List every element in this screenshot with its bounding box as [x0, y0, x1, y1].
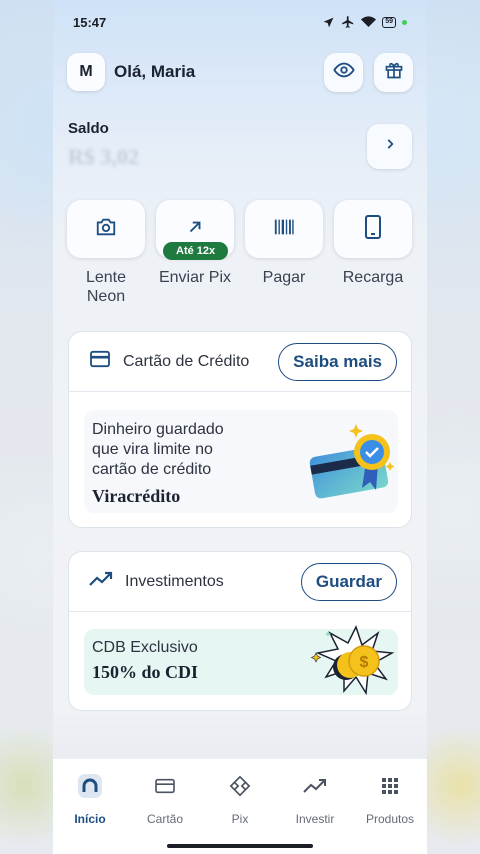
card-icon	[154, 777, 176, 800]
barcode-icon	[273, 217, 295, 242]
card-icon	[89, 350, 111, 373]
action-label: Lente Neon	[85, 269, 127, 305]
pix-installments-badge: Até 12x	[163, 242, 229, 260]
credit-card-section: Cartão de Crédito Saiba mais Dinheiro gu…	[68, 331, 412, 528]
content-fade	[53, 712, 427, 758]
greeting: Olá, Maria	[114, 62, 196, 81]
action-pagar[interactable]: Pagar	[244, 200, 324, 287]
home-icon	[77, 773, 103, 804]
nav-pix[interactable]: Pix	[203, 775, 277, 826]
header: M Olá, Maria	[67, 52, 413, 92]
cdb-banner[interactable]: CDB Exclusivo 150% do CDI $	[84, 625, 398, 696]
eye-icon	[332, 59, 355, 86]
nav-produtos[interactable]: Produtos	[353, 775, 427, 826]
chevron-right-icon	[383, 137, 397, 156]
nav-label: Pix	[231, 812, 249, 826]
nav-label: Cartão	[146, 812, 184, 826]
privacy-dot	[402, 19, 407, 25]
pix-icon	[229, 775, 251, 802]
balance-value: R$ 3,02	[68, 144, 139, 169]
trend-up-icon	[89, 571, 113, 592]
location-icon	[322, 16, 335, 29]
camera-icon	[95, 216, 117, 243]
app-screen: 15:47 59 M Olá, Maria Saldo R$ 3,02 Lent…	[53, 0, 427, 854]
balance-details-button[interactable]	[367, 124, 412, 169]
saiba-mais-button[interactable]: Saiba mais	[278, 342, 397, 381]
investments-section: Investimentos Guardar CDB Exclusivo 150%…	[68, 551, 412, 711]
nav-label: Investir	[295, 812, 335, 826]
gift-icon	[384, 60, 404, 85]
status-bar: 15:47 59	[53, 0, 427, 44]
coin-illustration: $	[306, 625, 396, 702]
status-time: 15:47	[73, 14, 107, 30]
toggle-visibility-button[interactable]	[324, 52, 363, 92]
card-badge-illustration	[304, 418, 398, 511]
nav-inicio[interactable]: Início	[53, 773, 127, 826]
nav-label: Produtos	[365, 812, 415, 826]
airplane-icon	[341, 15, 355, 29]
wifi-icon	[361, 16, 377, 28]
action-label: Recarga	[342, 269, 404, 286]
gift-button[interactable]	[374, 52, 413, 92]
investments-title: Investimentos	[125, 572, 224, 590]
nav-cartao[interactable]: Cartão	[128, 775, 202, 826]
arrow-up-right-icon	[186, 218, 204, 241]
phone-icon	[364, 214, 382, 244]
viracredito-banner[interactable]: Dinheiro guardado que vira limite no car…	[84, 410, 398, 513]
action-label: Pagar	[262, 269, 306, 286]
action-label: Enviar Pix	[158, 269, 232, 286]
nav-label: Início	[74, 812, 106, 826]
nav-investir[interactable]: Investir	[278, 775, 352, 826]
action-recarga[interactable]: Recarga	[333, 200, 413, 287]
bottom-nav: Início Cartão Pix Investir Produtos	[53, 758, 427, 854]
balance-label: Saldo	[68, 120, 109, 137]
grid-icon	[381, 777, 399, 800]
credit-card-title: Cartão de Crédito	[123, 352, 250, 370]
avatar[interactable]: M	[67, 53, 105, 91]
guardar-button[interactable]: Guardar	[300, 562, 397, 601]
action-lente-neon[interactable]: Lente Neon	[66, 200, 146, 306]
svg-text:$: $	[360, 654, 369, 671]
battery-indicator: 59	[382, 16, 396, 28]
home-indicator[interactable]	[167, 844, 313, 848]
trend-icon	[303, 778, 327, 799]
